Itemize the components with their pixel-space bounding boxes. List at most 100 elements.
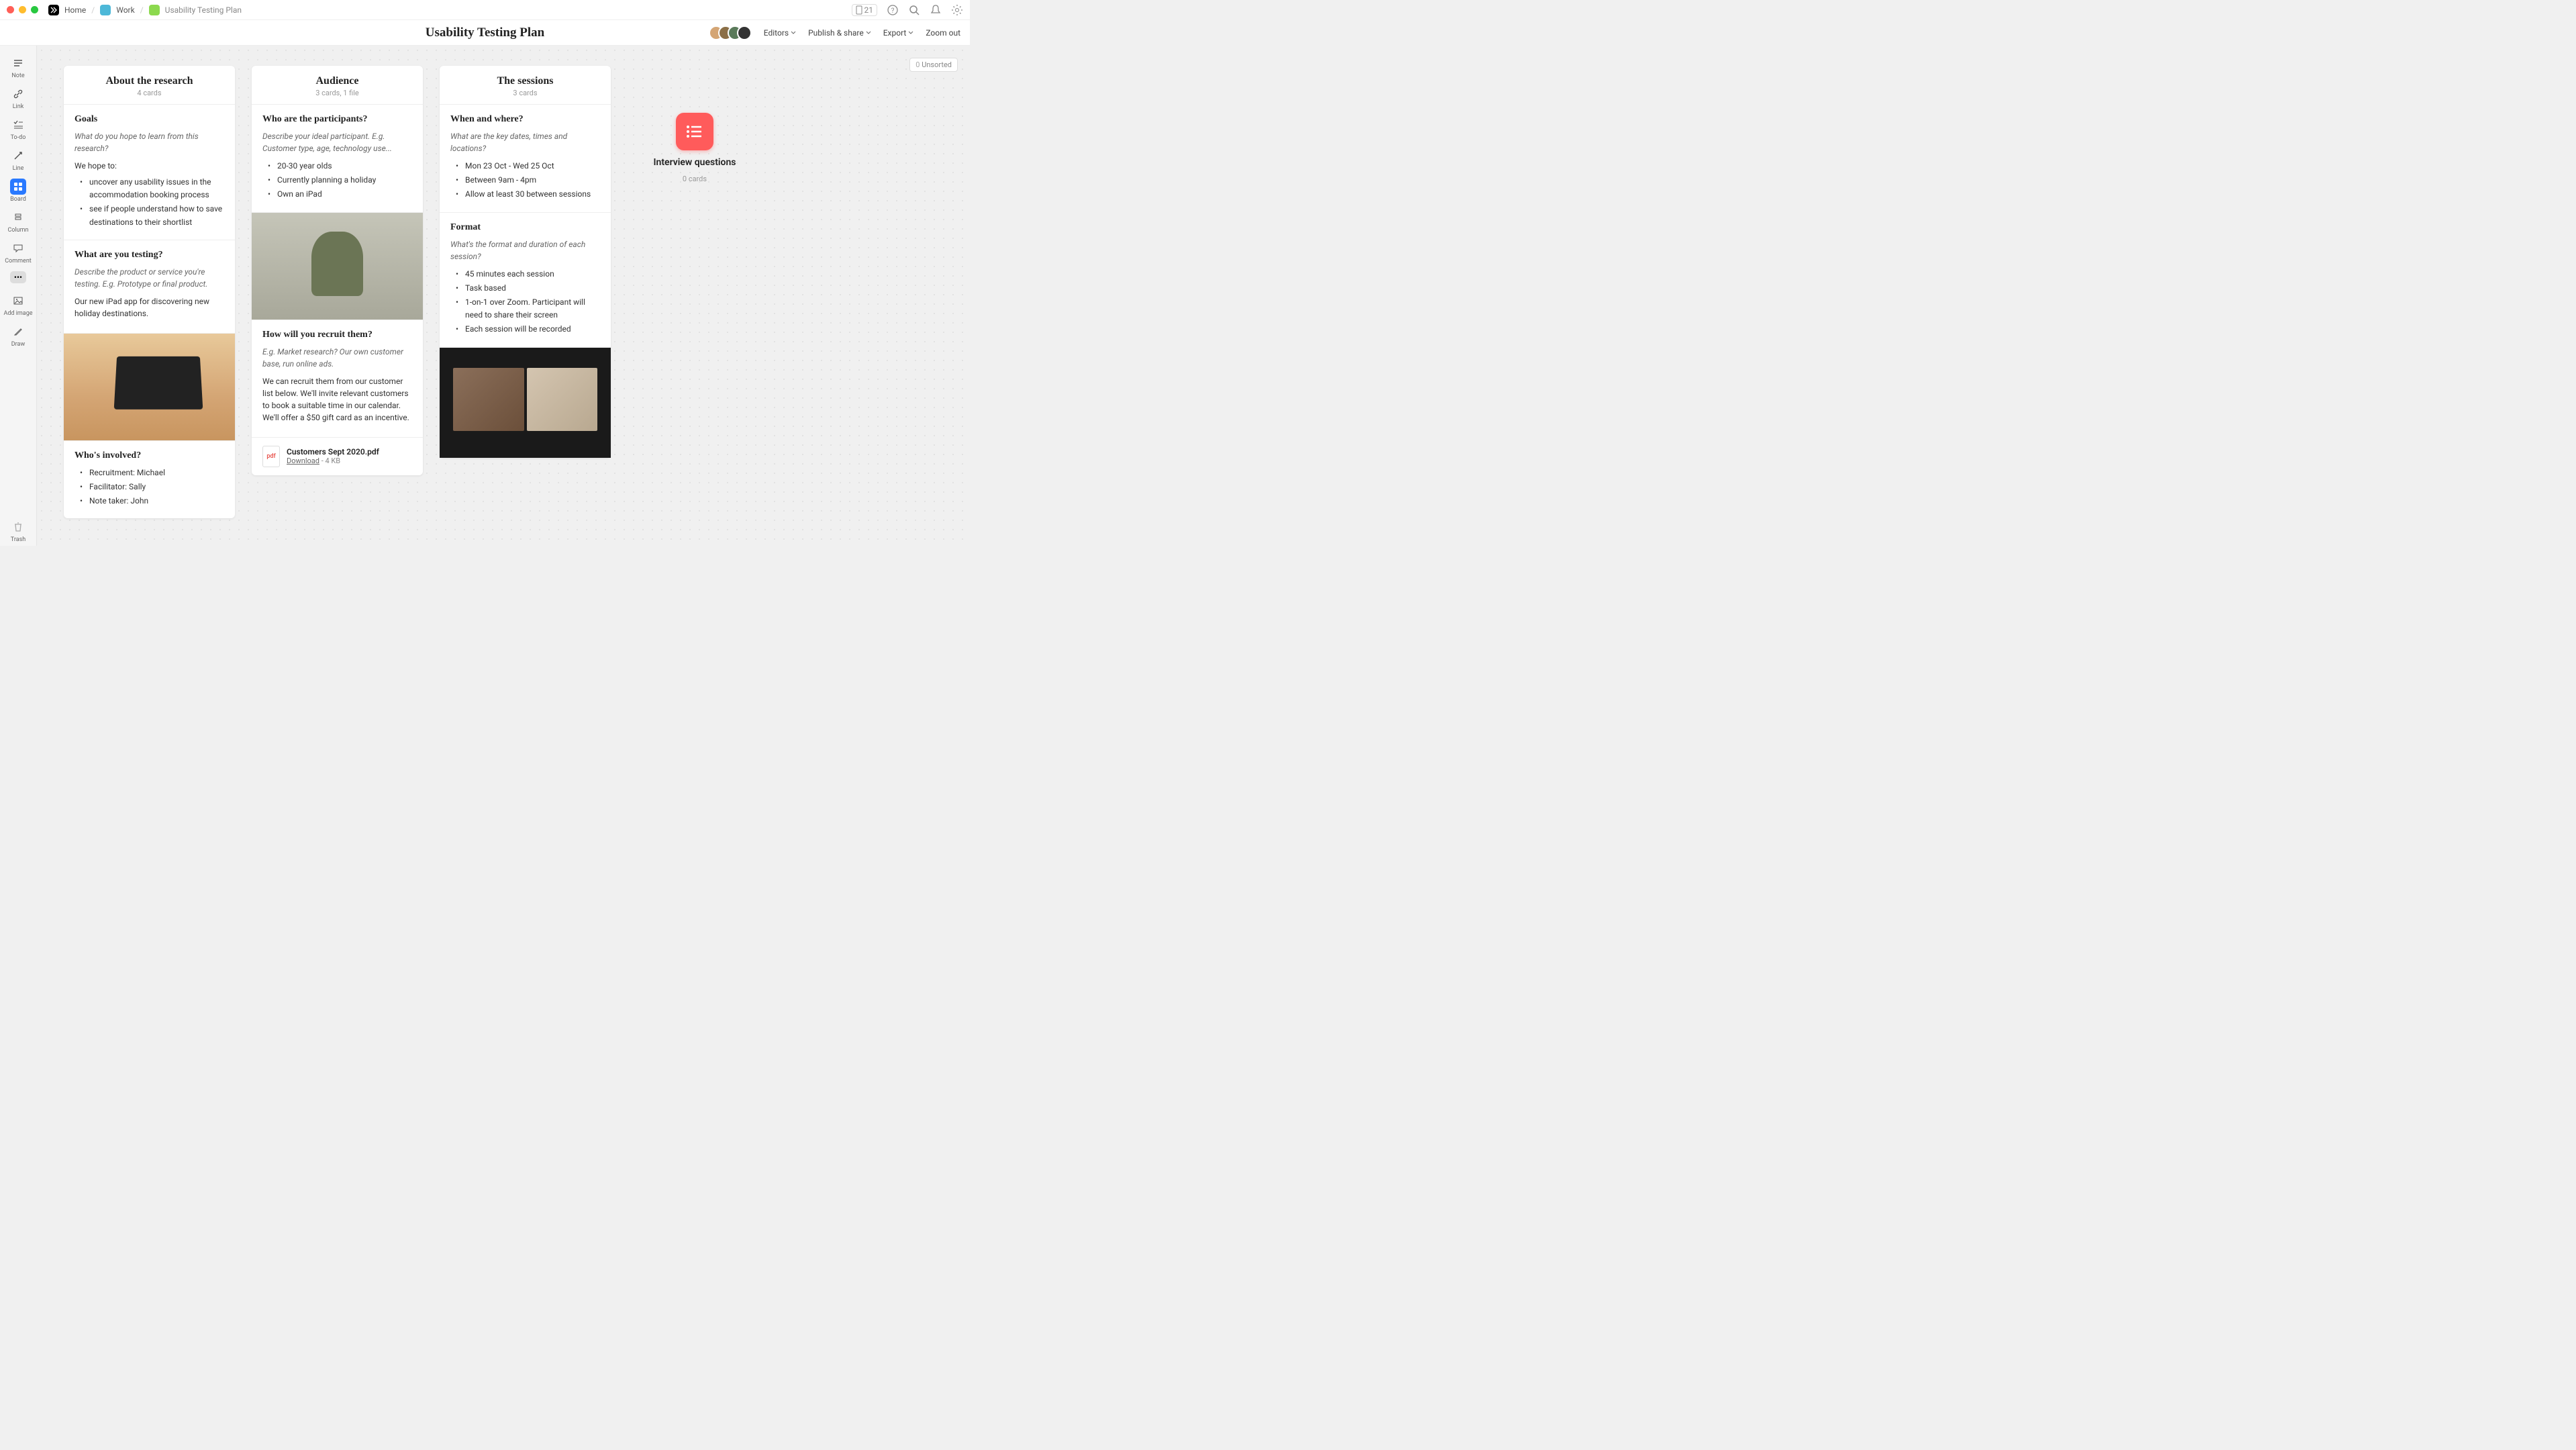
list-item: uncover any usability issues in the acco… [79, 176, 224, 201]
header-actions: Editors Publish & share Export Zoom out [709, 26, 960, 40]
doc-icon[interactable] [149, 5, 160, 15]
file-attachment[interactable]: pdf Customers Sept 2020.pdf Download - 4… [252, 437, 423, 475]
card-prompt: What's the format and duration of each s… [450, 238, 600, 262]
card-heading: Who's involved? [75, 450, 224, 461]
card-image[interactable] [440, 347, 611, 458]
card-text: Our new iPad app for discovering new hol… [75, 295, 224, 320]
tool-link[interactable]: Link [0, 83, 36, 113]
list-item: Each session will be recorded [454, 323, 600, 336]
canvas[interactable]: 0 Unsorted About the research 4 cards Goal… [37, 46, 970, 546]
window-titlebar: Home / Work / Usability Testing Plan 21 … [0, 0, 970, 20]
pdf-icon: pdf [262, 446, 280, 467]
tool-add-image[interactable]: Add image [0, 290, 36, 320]
breadcrumb: Home / Work / Usability Testing Plan [48, 5, 242, 15]
tool-label: Line [13, 165, 24, 172]
traffic-lights [7, 6, 38, 13]
tool-note[interactable]: Note [0, 52, 36, 82]
card-image[interactable] [64, 333, 235, 440]
card-prompt: E.g. Market research? Our own customer b… [262, 346, 412, 370]
card-heading: When and where? [450, 114, 600, 125]
tool-column[interactable]: Column [0, 207, 36, 236]
board-column[interactable]: Audience 3 cards, 1 file Who are the parti… [252, 66, 423, 475]
editors-button[interactable]: Editors [764, 28, 796, 38]
tool-line[interactable]: Line [0, 145, 36, 175]
column-title[interactable]: The sessions [446, 75, 604, 87]
card-text: We can recruit them from our customer li… [262, 375, 412, 424]
tool-more[interactable]: ••• [10, 271, 26, 283]
board-column[interactable]: The sessions 3 cards When and where?What a… [440, 66, 611, 458]
breadcrumb-doc[interactable]: Usability Testing Plan [165, 5, 242, 15]
tool-label: Draw [11, 341, 25, 348]
minimize-window-button[interactable] [19, 6, 26, 13]
list-icon [676, 113, 713, 150]
tool-comment[interactable]: Comment [0, 238, 36, 267]
download-link[interactable]: Download [287, 456, 319, 465]
tool-trash[interactable]: Trash [0, 516, 36, 546]
list-item: 1-on-1 over Zoom. Participant will need … [454, 296, 600, 322]
card[interactable]: When and where?What are the key dates, t… [440, 104, 611, 212]
note-icon [10, 55, 26, 71]
notifications-icon[interactable] [930, 4, 942, 16]
list-item: Facilitator: Sally [79, 481, 224, 493]
line-icon [10, 148, 26, 164]
tool-label: Trash [11, 536, 26, 543]
card[interactable]: FormatWhat's the format and duration of … [440, 212, 611, 347]
card-list: Mon 23 Oct - Wed 25 OctBetween 9am - 4pm… [450, 160, 600, 201]
collaborator-avatars[interactable] [709, 26, 752, 40]
linked-stack[interactable]: Interview questions 0 cards [628, 66, 762, 183]
breadcrumb-work[interactable]: Work [116, 5, 134, 15]
list-item: Allow at least 30 between sessions [454, 188, 600, 201]
column-title[interactable]: About the research [70, 75, 228, 87]
list-item: Mon 23 Oct - Wed 25 Oct [454, 160, 600, 173]
tool-label: Board [10, 196, 26, 203]
column-title[interactable]: Audience [258, 75, 416, 87]
card-prompt: What do you hope to learn from this rese… [75, 130, 224, 154]
card-list: Recruitment: MichaelFacilitator: SallyNo… [75, 467, 224, 508]
card-heading: Goals [75, 114, 224, 125]
link-icon [10, 86, 26, 102]
work-icon[interactable] [100, 5, 111, 15]
breadcrumb-sep: / [140, 5, 144, 15]
tool-draw[interactable]: Draw [0, 321, 36, 350]
tool-label: To-do [11, 134, 26, 141]
list-item: 45 minutes each session [454, 268, 600, 281]
list-item: Note taker: John [79, 495, 224, 508]
card[interactable]: Goals What do you hope to learn from this… [64, 104, 235, 240]
file-name: Customers Sept 2020.pdf [287, 447, 412, 456]
export-button[interactable]: Export [883, 28, 914, 38]
card-image[interactable] [252, 212, 423, 320]
tool-board[interactable]: Board [0, 176, 36, 205]
card[interactable]: What are you testing?Describe the produc… [64, 240, 235, 333]
close-window-button[interactable] [7, 6, 14, 13]
tool-label: Add image [3, 310, 32, 317]
comment-icon [10, 240, 26, 256]
breadcrumb-home[interactable]: Home [64, 5, 86, 15]
board-column[interactable]: About the research 4 cards Goals What do yo… [64, 66, 235, 518]
column-sub: 3 cards [446, 89, 604, 97]
list-item: 20-30 year olds [266, 160, 412, 173]
column-sub: 3 cards, 1 file [258, 89, 416, 97]
maximize-window-button[interactable] [31, 6, 38, 13]
card[interactable]: Who's involved? Recruitment: MichaelFacil… [64, 440, 235, 519]
column-sub: 4 cards [70, 89, 228, 97]
home-icon[interactable] [48, 5, 59, 15]
stack-title: Interview questions [654, 157, 736, 168]
publish-button[interactable]: Publish & share [808, 28, 871, 38]
draw-icon [10, 324, 26, 340]
zoom-out-button[interactable]: Zoom out [926, 28, 960, 38]
card-text: We hope to: [75, 160, 224, 172]
device-count[interactable]: 21 [852, 4, 878, 16]
list-item: see if people understand how to save des… [79, 203, 224, 228]
avatar[interactable] [737, 26, 752, 40]
search-icon[interactable] [908, 4, 920, 16]
unsorted-label: Unsorted [922, 60, 952, 69]
unsorted-pill[interactable]: 0 Unsorted [909, 58, 958, 72]
unsorted-count: 0 [915, 60, 920, 69]
column-icon [10, 209, 26, 226]
card[interactable]: Who are the participants?Describe your i… [252, 104, 423, 212]
tool-todo[interactable]: To-do [0, 114, 36, 144]
page-title[interactable]: Usability Testing Plan [426, 26, 544, 40]
card[interactable]: How will you recruit them?E.g. Market re… [252, 320, 423, 437]
help-icon[interactable]: ? [887, 4, 899, 16]
settings-icon[interactable] [951, 4, 963, 16]
